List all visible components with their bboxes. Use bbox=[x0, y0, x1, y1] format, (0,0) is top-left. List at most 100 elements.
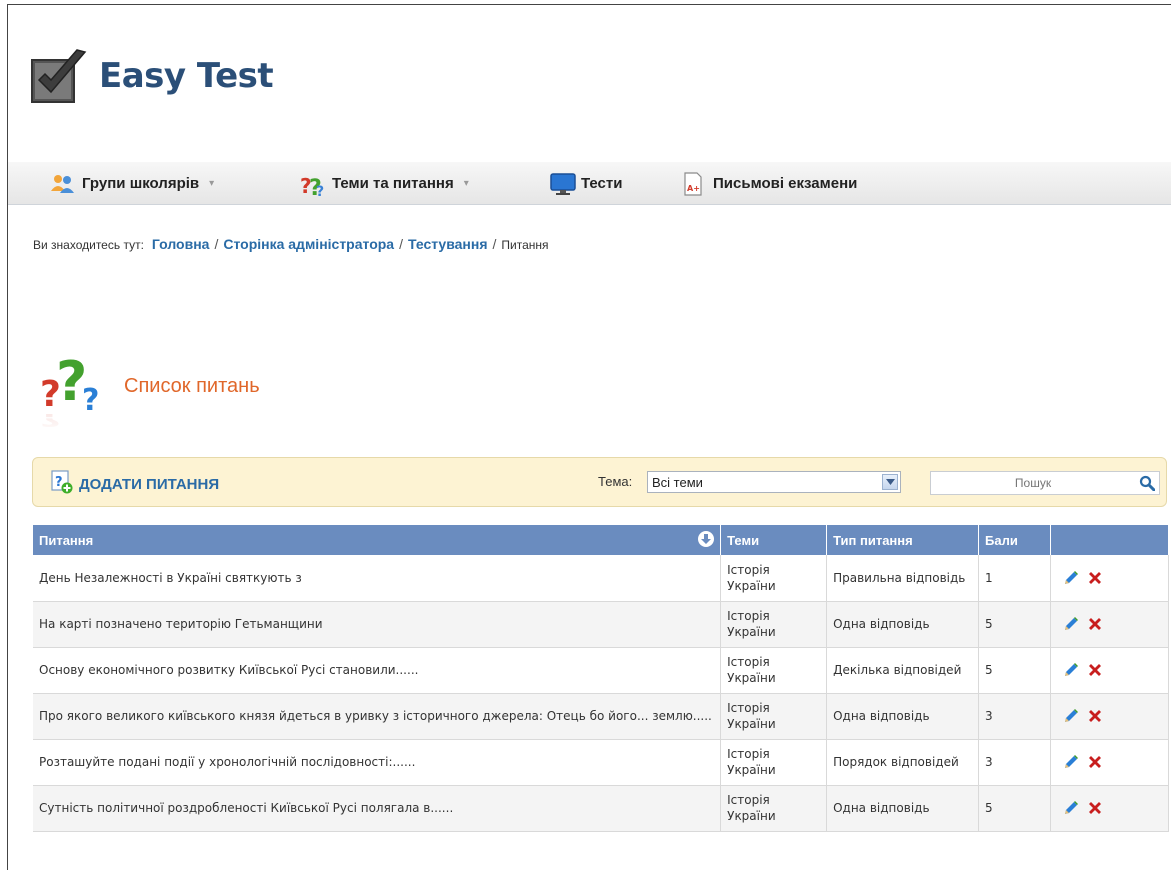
breadcrumb-link-testing[interactable]: Тестування bbox=[408, 236, 488, 252]
column-header-question[interactable]: Питання bbox=[33, 525, 722, 555]
actions-cell bbox=[1050, 601, 1169, 648]
section-header: ? ? ? ? Список питань bbox=[38, 350, 260, 438]
question-icon: ? ? ? bbox=[300, 171, 326, 201]
breadcrumb-separator: / bbox=[492, 236, 497, 252]
theme-filter-select[interactable]: Всі теми bbox=[647, 471, 901, 493]
table-row: На карті позначено територію Гетьманщини… bbox=[33, 601, 1169, 648]
delete-x-icon[interactable] bbox=[1087, 800, 1103, 816]
delete-x-icon[interactable] bbox=[1087, 662, 1103, 678]
add-question-icon: ? bbox=[51, 470, 73, 498]
main-nav: Групи школярів ▾ ? ? ? Теми та питання ▾… bbox=[8, 162, 1171, 205]
type-cell: Одна відповідь bbox=[826, 785, 980, 832]
topic-cell: Історія України bbox=[720, 601, 828, 648]
breadcrumb-separator: / bbox=[399, 236, 403, 252]
table-row: День Незалежності в Україні святкують з … bbox=[33, 555, 1169, 602]
app-logo[interactable]: Easy Test bbox=[27, 46, 274, 106]
actions-cell bbox=[1050, 555, 1169, 602]
type-cell: Порядок відповідей bbox=[826, 739, 980, 786]
chevron-down-icon: ▾ bbox=[209, 178, 215, 189]
actions-cell bbox=[1050, 693, 1169, 740]
questions-icon: ? ? ? ? bbox=[38, 350, 118, 438]
svg-text:A+: A+ bbox=[687, 184, 700, 193]
type-cell: Декілька відповідей bbox=[826, 647, 980, 694]
search-input[interactable] bbox=[931, 473, 1135, 493]
breadcrumb-separator: / bbox=[214, 236, 219, 252]
score-cell: 1 bbox=[978, 555, 1052, 602]
chevron-down-icon[interactable] bbox=[882, 474, 898, 490]
checkbox-logo-icon bbox=[27, 46, 87, 106]
score-cell: 3 bbox=[978, 739, 1052, 786]
sort-down-icon[interactable] bbox=[698, 531, 715, 547]
breadcrumb-current: Питання bbox=[501, 238, 549, 252]
column-header-topics[interactable]: Теми bbox=[720, 525, 828, 555]
nav-label-written-exams: Письмові екзамени bbox=[713, 175, 858, 192]
question-cell[interactable]: Розташуйте подані події у хронологічній … bbox=[33, 739, 722, 786]
nav-item-groups[interactable]: Групи школярів ▾ bbox=[50, 162, 214, 205]
topic-cell: Історія України bbox=[720, 647, 828, 694]
score-cell: 5 bbox=[978, 647, 1052, 694]
edit-pencil-icon[interactable] bbox=[1063, 616, 1079, 632]
actions-cell bbox=[1050, 739, 1169, 786]
edit-pencil-icon[interactable] bbox=[1063, 662, 1079, 678]
delete-x-icon[interactable] bbox=[1087, 754, 1103, 770]
theme-filter-value: Всі теми bbox=[652, 474, 703, 490]
nav-item-tests[interactable]: Тести bbox=[549, 162, 622, 205]
question-cell[interactable]: Сутність політичної роздробленості Київс… bbox=[33, 785, 722, 832]
edit-pencil-icon[interactable] bbox=[1063, 800, 1079, 816]
nav-label-topics: Теми та питання bbox=[332, 175, 454, 192]
question-cell[interactable]: Основу економічного розвитку Київської Р… bbox=[33, 647, 722, 694]
breadcrumb-link-home[interactable]: Головна bbox=[152, 236, 210, 252]
actions-cell bbox=[1050, 785, 1169, 832]
table-row: Про якого великого київського князя йдет… bbox=[33, 693, 1169, 740]
breadcrumb-link-admin[interactable]: Сторінка адміністратора bbox=[223, 236, 394, 252]
score-cell: 5 bbox=[978, 601, 1052, 648]
column-header-actions bbox=[1050, 525, 1169, 555]
table-row: Розташуйте подані події у хронологічній … bbox=[33, 739, 1169, 786]
nav-label-groups: Групи школярів bbox=[82, 175, 200, 192]
delete-x-icon[interactable] bbox=[1087, 708, 1103, 724]
edit-pencil-icon[interactable] bbox=[1063, 570, 1079, 586]
app-name: Easy Test bbox=[99, 56, 274, 96]
topic-cell: Історія України bbox=[720, 693, 828, 740]
monitor-icon bbox=[549, 171, 576, 197]
nav-label-tests: Тести bbox=[581, 175, 623, 192]
topic-cell: Історія України bbox=[720, 785, 828, 832]
breadcrumb: Ви знаходитесь тут: Головна / Сторінка а… bbox=[33, 236, 549, 252]
table-row: Сутність політичної роздробленості Київс… bbox=[33, 785, 1169, 832]
actions-cell bbox=[1050, 647, 1169, 694]
nav-item-written-exams[interactable]: A+ Письмові екзамени bbox=[681, 162, 857, 205]
edit-pencil-icon[interactable] bbox=[1063, 754, 1079, 770]
page-title: Список питань bbox=[124, 374, 260, 397]
svg-text:?: ? bbox=[55, 475, 63, 490]
chevron-down-icon: ▾ bbox=[463, 178, 469, 189]
search-icon[interactable] bbox=[1135, 472, 1159, 494]
column-header-label: Питання bbox=[39, 532, 94, 548]
delete-x-icon[interactable] bbox=[1087, 616, 1103, 632]
add-question-button[interactable]: ? ДОДАТИ ПИТАННЯ bbox=[51, 470, 219, 498]
edit-pencil-icon[interactable] bbox=[1063, 708, 1079, 724]
search-field bbox=[930, 471, 1160, 495]
add-question-label: ДОДАТИ ПИТАННЯ bbox=[79, 475, 220, 493]
questions-table: Питання Теми Тип питання Бали День Незал… bbox=[33, 525, 1169, 832]
question-cell[interactable]: На карті позначено територію Гетьманщини bbox=[33, 601, 722, 648]
type-cell: Одна відповідь bbox=[826, 693, 980, 740]
question-cell[interactable]: Про якого великого київського князя йдет… bbox=[33, 693, 722, 740]
exam-document-icon: A+ bbox=[681, 171, 707, 197]
table-header-row: Питання Теми Тип питання Бали bbox=[33, 525, 1169, 555]
delete-x-icon[interactable] bbox=[1087, 570, 1103, 586]
theme-filter-label: Тема: bbox=[598, 474, 633, 489]
column-header-type[interactable]: Тип питання bbox=[826, 525, 980, 555]
toolbar: ? ДОДАТИ ПИТАННЯ Тема: Всі теми bbox=[32, 457, 1167, 507]
users-icon bbox=[50, 171, 76, 197]
type-cell: Правильна відповідь bbox=[826, 555, 980, 602]
score-cell: 3 bbox=[978, 693, 1052, 740]
breadcrumb-prefix: Ви знаходитесь тут: bbox=[33, 238, 144, 252]
nav-item-topics[interactable]: ? ? ? Теми та питання ▾ bbox=[300, 162, 469, 205]
type-cell: Одна відповідь bbox=[826, 601, 980, 648]
topic-cell: Історія України bbox=[720, 739, 828, 786]
question-cell[interactable]: День Незалежності в Україні святкують з bbox=[33, 555, 722, 602]
svg-text:?: ? bbox=[316, 184, 324, 197]
score-cell: 5 bbox=[978, 785, 1052, 832]
topic-cell: Історія України bbox=[720, 555, 828, 602]
column-header-score[interactable]: Бали bbox=[978, 525, 1052, 555]
